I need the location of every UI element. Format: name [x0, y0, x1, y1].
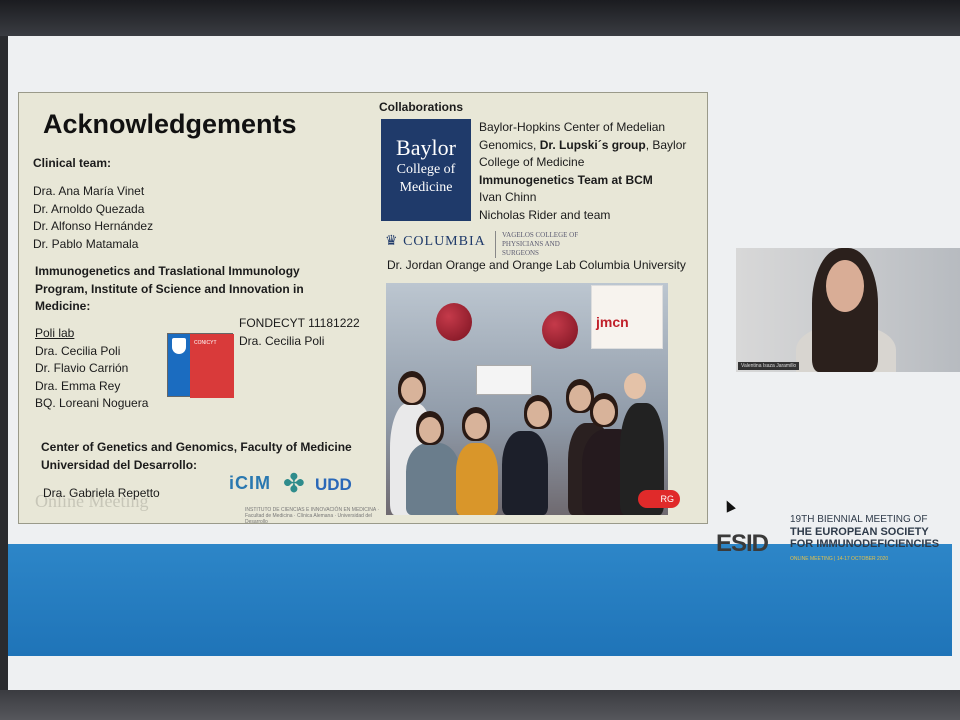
- icim-logo: iCIM: [229, 473, 271, 493]
- list-item: Dra. Cecilia Poli: [35, 343, 121, 358]
- poli-lab-list: Poli lab Dra. Cecilia Poli Dr. Flavio Ca…: [35, 325, 148, 413]
- esid-meeting-text: 19TH BIENNIAL MEETING OF THE EUROPEAN SO…: [790, 514, 940, 550]
- fondecyt-logo: CONICYT: [167, 333, 234, 398]
- program-heading: Immunogenetics and Traslational Immunolo…: [35, 264, 304, 313]
- balloon: [542, 311, 578, 349]
- clinical-team-list: Dra. Ana María Vinet Dr. Arnoldo Quezada…: [33, 183, 153, 253]
- chile-shield-icon: [172, 338, 186, 354]
- slide: Acknowledgements Clinical team: Dra. Ana…: [18, 92, 708, 525]
- balloon: [436, 303, 472, 341]
- list-item: Dra. Emma Rey: [35, 378, 121, 393]
- list-item: Dr. Arnoldo Quezada: [33, 201, 145, 216]
- collaborations-heading: Collaborations: [379, 100, 464, 114]
- fondecyt-grant: FONDECYT 11181222 Dra. Cecilia Poli: [239, 316, 360, 348]
- baylor-logo: Baylor College of Medicine: [381, 119, 471, 221]
- clinical-team-heading: Clinical team:: [33, 156, 112, 170]
- screen: Acknowledgements Clinical team: Dra. Ana…: [8, 36, 960, 692]
- esid-logo: ESID: [716, 530, 769, 557]
- udd-logo-caption: INSTITUTO DE CIENCIAS E INNOVACIÓN EN ME…: [245, 507, 379, 525]
- jmcn-logo: jmcn: [591, 285, 663, 349]
- clover-logo-icon: ✤: [283, 468, 305, 498]
- crown-icon: ♛: [385, 234, 399, 249]
- red-label-badge: RG: [638, 490, 680, 508]
- mouse-cursor-icon: [722, 498, 736, 513]
- lab-name: Poli lab: [35, 326, 75, 340]
- udd-logos: iCIM ✤ UDD: [229, 465, 369, 505]
- participant-face: [826, 260, 864, 312]
- monitor-bezel-top: [0, 0, 960, 36]
- participant-name-label: Valentina Isaza Jaramillo: [738, 362, 800, 370]
- center-member: Dra. Gabriela Repetto: [43, 486, 160, 500]
- columbia-collab-text: Dr. Jordan Orange and Orange Lab Columbi…: [387, 258, 686, 272]
- award-sign: [476, 365, 532, 395]
- slide-title: Acknowledgements: [43, 109, 297, 139]
- esid-meeting-dates: ONLINE MEETING | 14-17 OCTOBER 2020: [790, 556, 889, 562]
- udd-logo: UDD: [315, 475, 352, 494]
- list-item: Dr. Flavio Carrión: [35, 361, 129, 375]
- monitor-bezel-bottom: [0, 690, 960, 720]
- baylor-collab-text: Baylor-Hopkins Center of Medelian Genomi…: [479, 120, 687, 222]
- list-item: Dr. Alfonso Hernández: [33, 219, 154, 233]
- list-item: Dra. Ana María Vinet: [33, 184, 145, 198]
- vagelos-logo-text: VAGELOS COLLEGE OF PHYSICIANS AND SURGEO…: [495, 231, 595, 258]
- list-item: Dr. Pablo Matamala: [33, 236, 139, 251]
- list-item: BQ. Loreani Noguera: [35, 396, 149, 410]
- columbia-logo: ♛ COLUMBIA: [385, 234, 486, 249]
- participant-video-tile[interactable]: Valentina Isaza Jaramillo: [736, 248, 960, 372]
